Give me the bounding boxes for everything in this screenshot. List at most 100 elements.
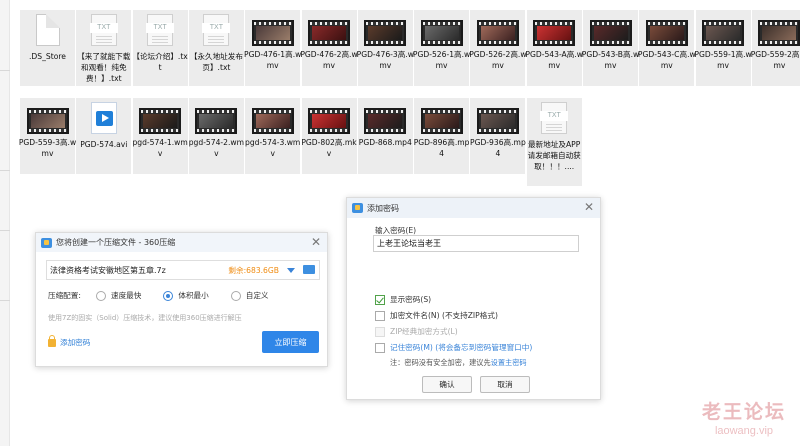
file-item[interactable]: PGD-526-2高.wmv <box>469 10 527 86</box>
radio-custom-label[interactable]: 自定义 <box>246 290 269 301</box>
file-item[interactable]: pgd-574-2.wmv <box>189 98 244 174</box>
file-name[interactable]: PGD-802高.mkv <box>300 137 358 159</box>
radio-fastest[interactable]: 速度最快 <box>96 290 141 301</box>
file-name[interactable]: 【来了就能下载和观看！纯免费！】.txt <box>75 51 133 84</box>
file-item[interactable]: PGD-559-1高.wmv <box>694 10 752 86</box>
file-item[interactable]: PGD-559-2高.wmv <box>750 10 800 86</box>
file-item[interactable]: PGD-476-3高.wmv <box>356 10 414 86</box>
video-thumbnail-icon <box>476 108 519 134</box>
video-thumbnail-icon <box>758 20 800 46</box>
remember-password-checkbox[interactable]: 记住密码(M) (将会备忘到密码管理窗口中) <box>375 342 532 353</box>
file-item[interactable]: pgd-574-3.wmv <box>245 98 300 174</box>
file-item[interactable]: PGD-936高.mp4 <box>469 98 527 174</box>
file-name[interactable]: PGD-543-A高.wmv <box>525 49 583 71</box>
radio-smallest[interactable]: 体积最小 <box>163 290 209 301</box>
start-compress-button[interactable]: 立即压缩 <box>262 331 319 353</box>
file-item[interactable]: TXT 【永久地址发布页】.txt <box>187 10 245 86</box>
checkbox-icon[interactable] <box>375 310 385 321</box>
encrypt-filenames-label[interactable]: 加密文件名(N) (不支持ZIP格式) <box>390 310 498 321</box>
file-name[interactable]: PGD-476-3高.wmv <box>356 49 414 71</box>
video-thumbnail-icon <box>139 108 182 134</box>
radio-icon[interactable] <box>230 290 241 301</box>
file-item[interactable]: PGD-868.mp4 <box>356 98 414 174</box>
video-thumbnail-icon <box>195 108 238 134</box>
file-name[interactable]: PGD-526-2高.wmv <box>469 49 527 71</box>
cancel-button[interactable]: 取消 <box>480 376 530 393</box>
password-dialog-titlebar[interactable]: 添加密码 <box>347 198 600 218</box>
video-thumbnail-icon <box>645 20 688 46</box>
file-item[interactable]: pgd-574-1.wmv <box>131 98 189 174</box>
text-file-icon: TXT <box>146 14 175 48</box>
archive-path-field[interactable]: 法律资格考试安徽地区第五章.7z 剩余:683.6GB <box>46 260 320 280</box>
set-master-password-link[interactable]: 设置主密码 <box>491 358 527 367</box>
encrypt-filenames-checkbox[interactable]: 加密文件名(N) (不支持ZIP格式) <box>375 310 498 321</box>
radio-icon[interactable] <box>96 290 106 301</box>
add-password-label[interactable]: 添加密码 <box>60 337 90 348</box>
video-thumbnail-icon <box>26 108 69 134</box>
file-name[interactable]: PGD-896高.mp4 <box>413 137 471 159</box>
archive-filename[interactable]: 法律资格考试安徽地区第五章.7z <box>50 265 166 276</box>
file-name[interactable]: PGD-526-1高.wmv <box>413 49 471 71</box>
file-name[interactable]: 【论坛介绍】.txt <box>131 51 189 73</box>
file-name[interactable]: PGD-936高.mp4 <box>469 137 527 159</box>
file-item[interactable]: PGD-476-2高.wmv <box>300 10 358 86</box>
password-dialog-title: 添加密码 <box>367 203 399 213</box>
file-item[interactable]: PGD-802高.mkv <box>300 98 358 174</box>
security-note: 注：密码没有安全加密，建议先设置主密码 <box>390 358 527 368</box>
file-item[interactable]: PGD-543-C高.wmv <box>638 10 696 86</box>
file-name[interactable]: PGD-868.mp4 <box>356 137 414 148</box>
file-name[interactable]: pgd-574-2.wmv <box>187 137 245 159</box>
360zip-logo-icon <box>352 203 363 213</box>
password-input[interactable]: 上老王论坛当老王 <box>373 235 579 252</box>
file-item[interactable]: TXT 【论坛介绍】.txt <box>131 10 189 86</box>
file-name[interactable]: PGD-476-2高.wmv <box>300 49 358 71</box>
file-item[interactable]: PGD-559-3高.wmv <box>19 98 77 174</box>
file-item[interactable]: TXT 最新地址及APP请发邮箱自动获取！！！.... <box>525 98 583 186</box>
show-password-checkbox[interactable]: 显示密码(S) <box>375 294 431 305</box>
watermark: 老王论坛 laowang.vip <box>702 397 786 437</box>
file-name[interactable]: pgd-574-3.wmv <box>244 137 302 159</box>
show-password-label[interactable]: 显示密码(S) <box>390 294 431 305</box>
file-item[interactable]: PGD-896高.mp4 <box>414 98 469 174</box>
file-name[interactable]: PGD-543-B高.wmv <box>582 49 640 71</box>
file-name[interactable]: PGD-476-1高.wmv <box>244 49 302 71</box>
radio-fastest-label[interactable]: 速度最快 <box>111 290 141 301</box>
radio-custom[interactable]: 自定义 <box>230 290 269 301</box>
checkbox-checked-icon[interactable] <box>375 294 385 305</box>
file-item[interactable]: PGD-543-A高.wmv <box>525 10 583 86</box>
folder-icon[interactable] <box>303 265 315 274</box>
text-file-icon: TXT <box>89 14 118 48</box>
file-name[interactable]: PGD-543-C高.wmv <box>638 49 696 71</box>
ok-button[interactable]: 确认 <box>422 376 472 393</box>
file-item[interactable]: .DS_Store <box>20 10 75 86</box>
file-item[interactable]: PGD-543-B高.wmv <box>582 10 640 86</box>
compress-dialog-titlebar[interactable]: 您将创建一个压缩文件 - 360压缩 <box>36 233 327 252</box>
file-name[interactable]: PGD-559-3高.wmv <box>19 137 77 159</box>
txt-badge: TXT <box>89 23 118 33</box>
video-thumbnail-icon <box>702 20 745 46</box>
file-name[interactable]: 最新地址及APP请发邮箱自动获取！！！.... <box>525 139 583 172</box>
chevron-down-icon[interactable] <box>287 268 295 273</box>
add-password-link[interactable]: 添加密码 <box>48 334 90 348</box>
radio-smallest-label[interactable]: 体积最小 <box>178 290 208 301</box>
close-icon[interactable]: ✕ <box>311 235 321 249</box>
file-name[interactable]: PGD-574.avi <box>75 139 133 150</box>
file-name[interactable]: .DS_Store <box>19 51 77 62</box>
file-name[interactable]: pgd-574-1.wmv <box>131 137 189 159</box>
compress-dialog: 您将创建一个压缩文件 - 360压缩 ✕ 法律资格考试安徽地区第五章.7z 剩余… <box>35 232 328 367</box>
remember-password-label[interactable]: 记住密码(M) (将会备忘到密码管理窗口中) <box>390 342 532 353</box>
checkbox-icon[interactable] <box>375 342 385 353</box>
media-player-icon <box>90 102 118 136</box>
file-item[interactable]: TXT 【来了就能下载和观看！纯免费！】.txt <box>75 10 133 86</box>
file-name[interactable]: PGD-559-1高.wmv <box>694 49 752 71</box>
file-name[interactable]: 【永久地址发布页】.txt <box>187 51 245 73</box>
file-item[interactable]: PGD-574.avi <box>75 98 133 174</box>
file-item[interactable]: PGD-476-1高.wmv <box>244 10 302 86</box>
video-thumbnail-icon <box>420 20 463 46</box>
close-icon[interactable]: ✕ <box>584 200 594 214</box>
file-item[interactable]: PGD-526-1高.wmv <box>413 10 471 86</box>
video-thumbnail-icon <box>589 20 632 46</box>
radio-selected-icon[interactable] <box>163 290 174 301</box>
txt-badge: TXT <box>146 23 175 33</box>
file-name[interactable]: PGD-559-2高.wmv <box>750 49 800 71</box>
